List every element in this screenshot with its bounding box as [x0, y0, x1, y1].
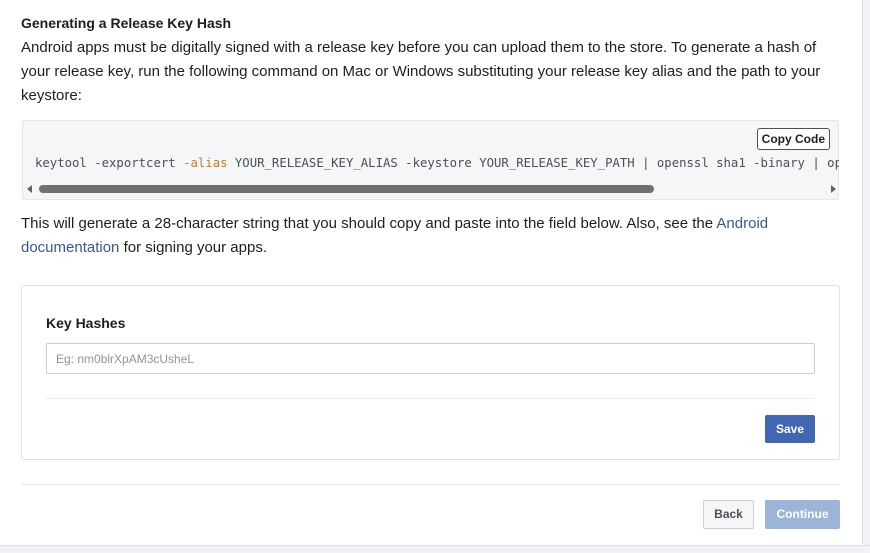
page-gutter-right — [863, 0, 870, 552]
code-horizontal-scrollbar[interactable] — [27, 184, 836, 194]
description-text-before: This will generate a 28-character string… — [21, 215, 717, 232]
section-intro: Android apps must be digitally signed wi… — [21, 39, 821, 104]
copy-code-button[interactable]: Copy Code — [756, 128, 830, 150]
save-button[interactable]: Save — [765, 415, 815, 443]
release-key-hash-panel: Generating a Release Key Hash Android ap… — [0, 0, 863, 544]
scrollbar-thumb[interactable] — [39, 185, 654, 193]
section-title: Generating a Release Key Hash — [21, 15, 232, 31]
code-text-1: keytool -exportcert — [35, 156, 184, 170]
code-command[interactable]: keytool -exportcert -alias YOUR_RELEASE_… — [35, 154, 839, 172]
scroll-right-icon[interactable] — [831, 185, 836, 193]
key-hashes-input[interactable] — [46, 343, 815, 374]
code-keyword: -alias — [183, 156, 228, 170]
code-text-2: YOUR_RELEASE_KEY_ALIAS -keystore YOUR_RE… — [234, 156, 839, 170]
key-hashes-card: Key Hashes Save — [21, 285, 840, 460]
code-block: Copy Code keytool -exportcert -alias YOU… — [22, 120, 839, 200]
footer-divider — [21, 484, 840, 485]
description: This will generate a 28-character string… — [21, 212, 841, 260]
key-hashes-label: Key Hashes — [46, 315, 126, 331]
card-divider — [46, 398, 815, 399]
scroll-left-icon[interactable] — [27, 185, 32, 193]
description-text-after: for signing your apps. — [119, 239, 267, 256]
back-button[interactable]: Back — [703, 500, 754, 529]
continue-button[interactable]: Continue — [765, 500, 840, 529]
